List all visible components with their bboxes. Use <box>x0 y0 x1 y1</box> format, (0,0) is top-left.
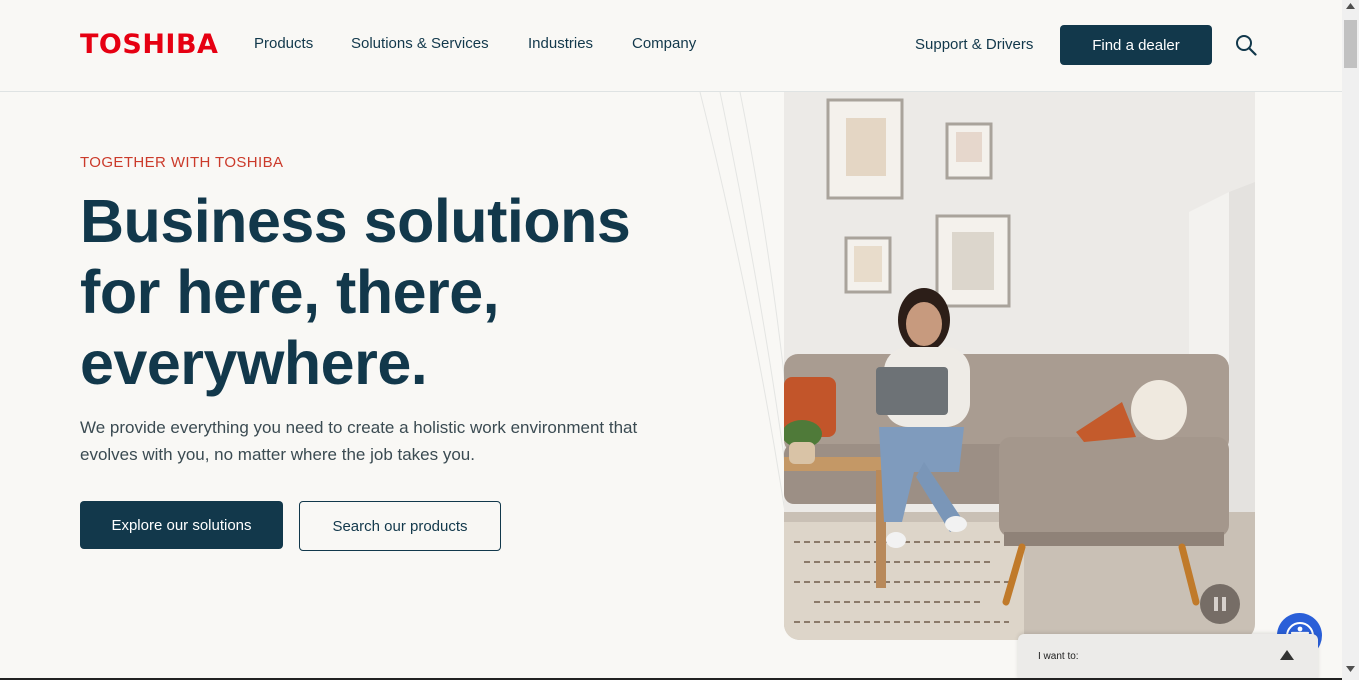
caret-up-icon[interactable] <box>1280 650 1294 660</box>
scroll-up-arrow-icon[interactable] <box>1346 3 1355 9</box>
hero-subtext: We provide everything you need to create… <box>80 418 638 464</box>
site-header: TOSHIBA Products Solutions & Services In… <box>0 0 1342 92</box>
pause-button[interactable] <box>1200 584 1240 624</box>
support-drivers-link[interactable]: Support & Drivers <box>915 36 1033 54</box>
hero-headline: Business solutions for here, there, ever… <box>80 187 631 397</box>
page-scrollbar[interactable] <box>1342 0 1359 680</box>
search-icon[interactable] <box>1235 34 1257 56</box>
scroll-thumb[interactable] <box>1344 20 1357 68</box>
i-want-to-widget[interactable]: I want to: <box>1018 634 1318 680</box>
nav-solutions-services[interactable]: Solutions & Services <box>351 35 489 53</box>
nav-company[interactable]: Company <box>632 35 696 53</box>
hero-photo-illustration <box>784 92 1255 640</box>
decorative-lines <box>699 92 789 513</box>
hero-photo <box>784 92 1255 640</box>
i-want-to-label: I want to: <box>1038 651 1079 662</box>
scroll-down-arrow-icon[interactable] <box>1346 666 1355 672</box>
explore-solutions-button[interactable]: Explore our solutions <box>80 501 283 549</box>
toshiba-logo[interactable]: TOSHIBA <box>80 30 218 60</box>
pause-icon <box>1214 597 1226 611</box>
search-products-button[interactable]: Search our products <box>299 501 501 551</box>
nav-products[interactable]: Products <box>254 35 313 53</box>
find-dealer-button[interactable]: Find a dealer <box>1060 25 1212 65</box>
nav-industries[interactable]: Industries <box>528 35 593 53</box>
hero-eyebrow: TOGETHER WITH TOSHIBA <box>80 154 284 171</box>
